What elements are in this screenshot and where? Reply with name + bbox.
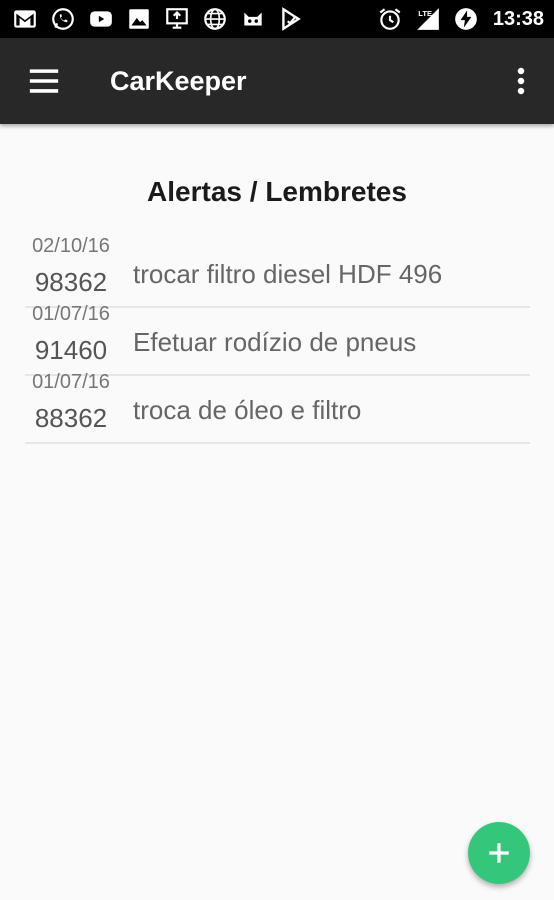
hamburger-menu-icon xyxy=(29,69,59,93)
system-icons: LTE 13:38 xyxy=(377,6,544,32)
alert-row[interactable]: 01/07/16 91460 Efetuar rodízio de pneus xyxy=(25,303,530,376)
page-title: Alertas / Lembretes xyxy=(147,176,407,207)
status-bar: LTE 13:38 xyxy=(0,0,554,38)
alert-meta: 01/07/16 88362 xyxy=(25,371,117,443)
menu-button[interactable] xyxy=(0,38,88,124)
alert-description: trocar filtro diesel HDF 496 xyxy=(133,258,443,289)
alert-date: 01/07/16 xyxy=(32,303,110,325)
alert-meta: 01/07/16 91460 xyxy=(25,303,117,375)
battery-charging-icon xyxy=(453,6,479,32)
alert-km: 91460 xyxy=(34,335,108,365)
more-vert-icon xyxy=(517,67,525,95)
globe-icon xyxy=(202,6,228,32)
app-bar: CarKeeper xyxy=(0,38,554,124)
app-title: CarKeeper xyxy=(110,65,247,96)
youtube-icon xyxy=(88,6,114,32)
plus-icon xyxy=(489,843,509,863)
svg-text:LTE: LTE xyxy=(418,9,432,18)
play-store-icon xyxy=(278,6,304,32)
cast-icon xyxy=(164,6,190,32)
status-time: 13:38 xyxy=(492,7,544,30)
add-alert-button[interactable] xyxy=(468,822,530,884)
image-icon xyxy=(126,6,152,32)
lte-signal-icon: LTE xyxy=(415,6,441,32)
cyanogen-icon xyxy=(240,6,266,32)
alert-row[interactable]: 02/10/16 98362 trocar filtro diesel HDF … xyxy=(25,235,530,308)
alert-date: 02/10/16 xyxy=(32,235,110,257)
alert-date: 01/07/16 xyxy=(32,371,110,393)
whatsapp-icon xyxy=(50,6,76,32)
alert-km: 98362 xyxy=(34,267,108,297)
gmail-icon xyxy=(12,6,38,32)
alert-meta: 02/10/16 98362 xyxy=(25,235,117,307)
alert-description: Efetuar rodízio de pneus xyxy=(133,326,417,357)
alerts-list: 02/10/16 98362 trocar filtro diesel HDF … xyxy=(25,235,530,444)
notification-icons xyxy=(12,6,304,32)
alarm-icon xyxy=(377,6,403,32)
alert-row[interactable]: 01/07/16 88362 troca de óleo e filtro xyxy=(25,371,530,444)
overflow-menu-button[interactable] xyxy=(488,38,554,124)
alert-km: 88362 xyxy=(34,403,108,433)
alert-description: troca de óleo e filtro xyxy=(133,394,362,425)
